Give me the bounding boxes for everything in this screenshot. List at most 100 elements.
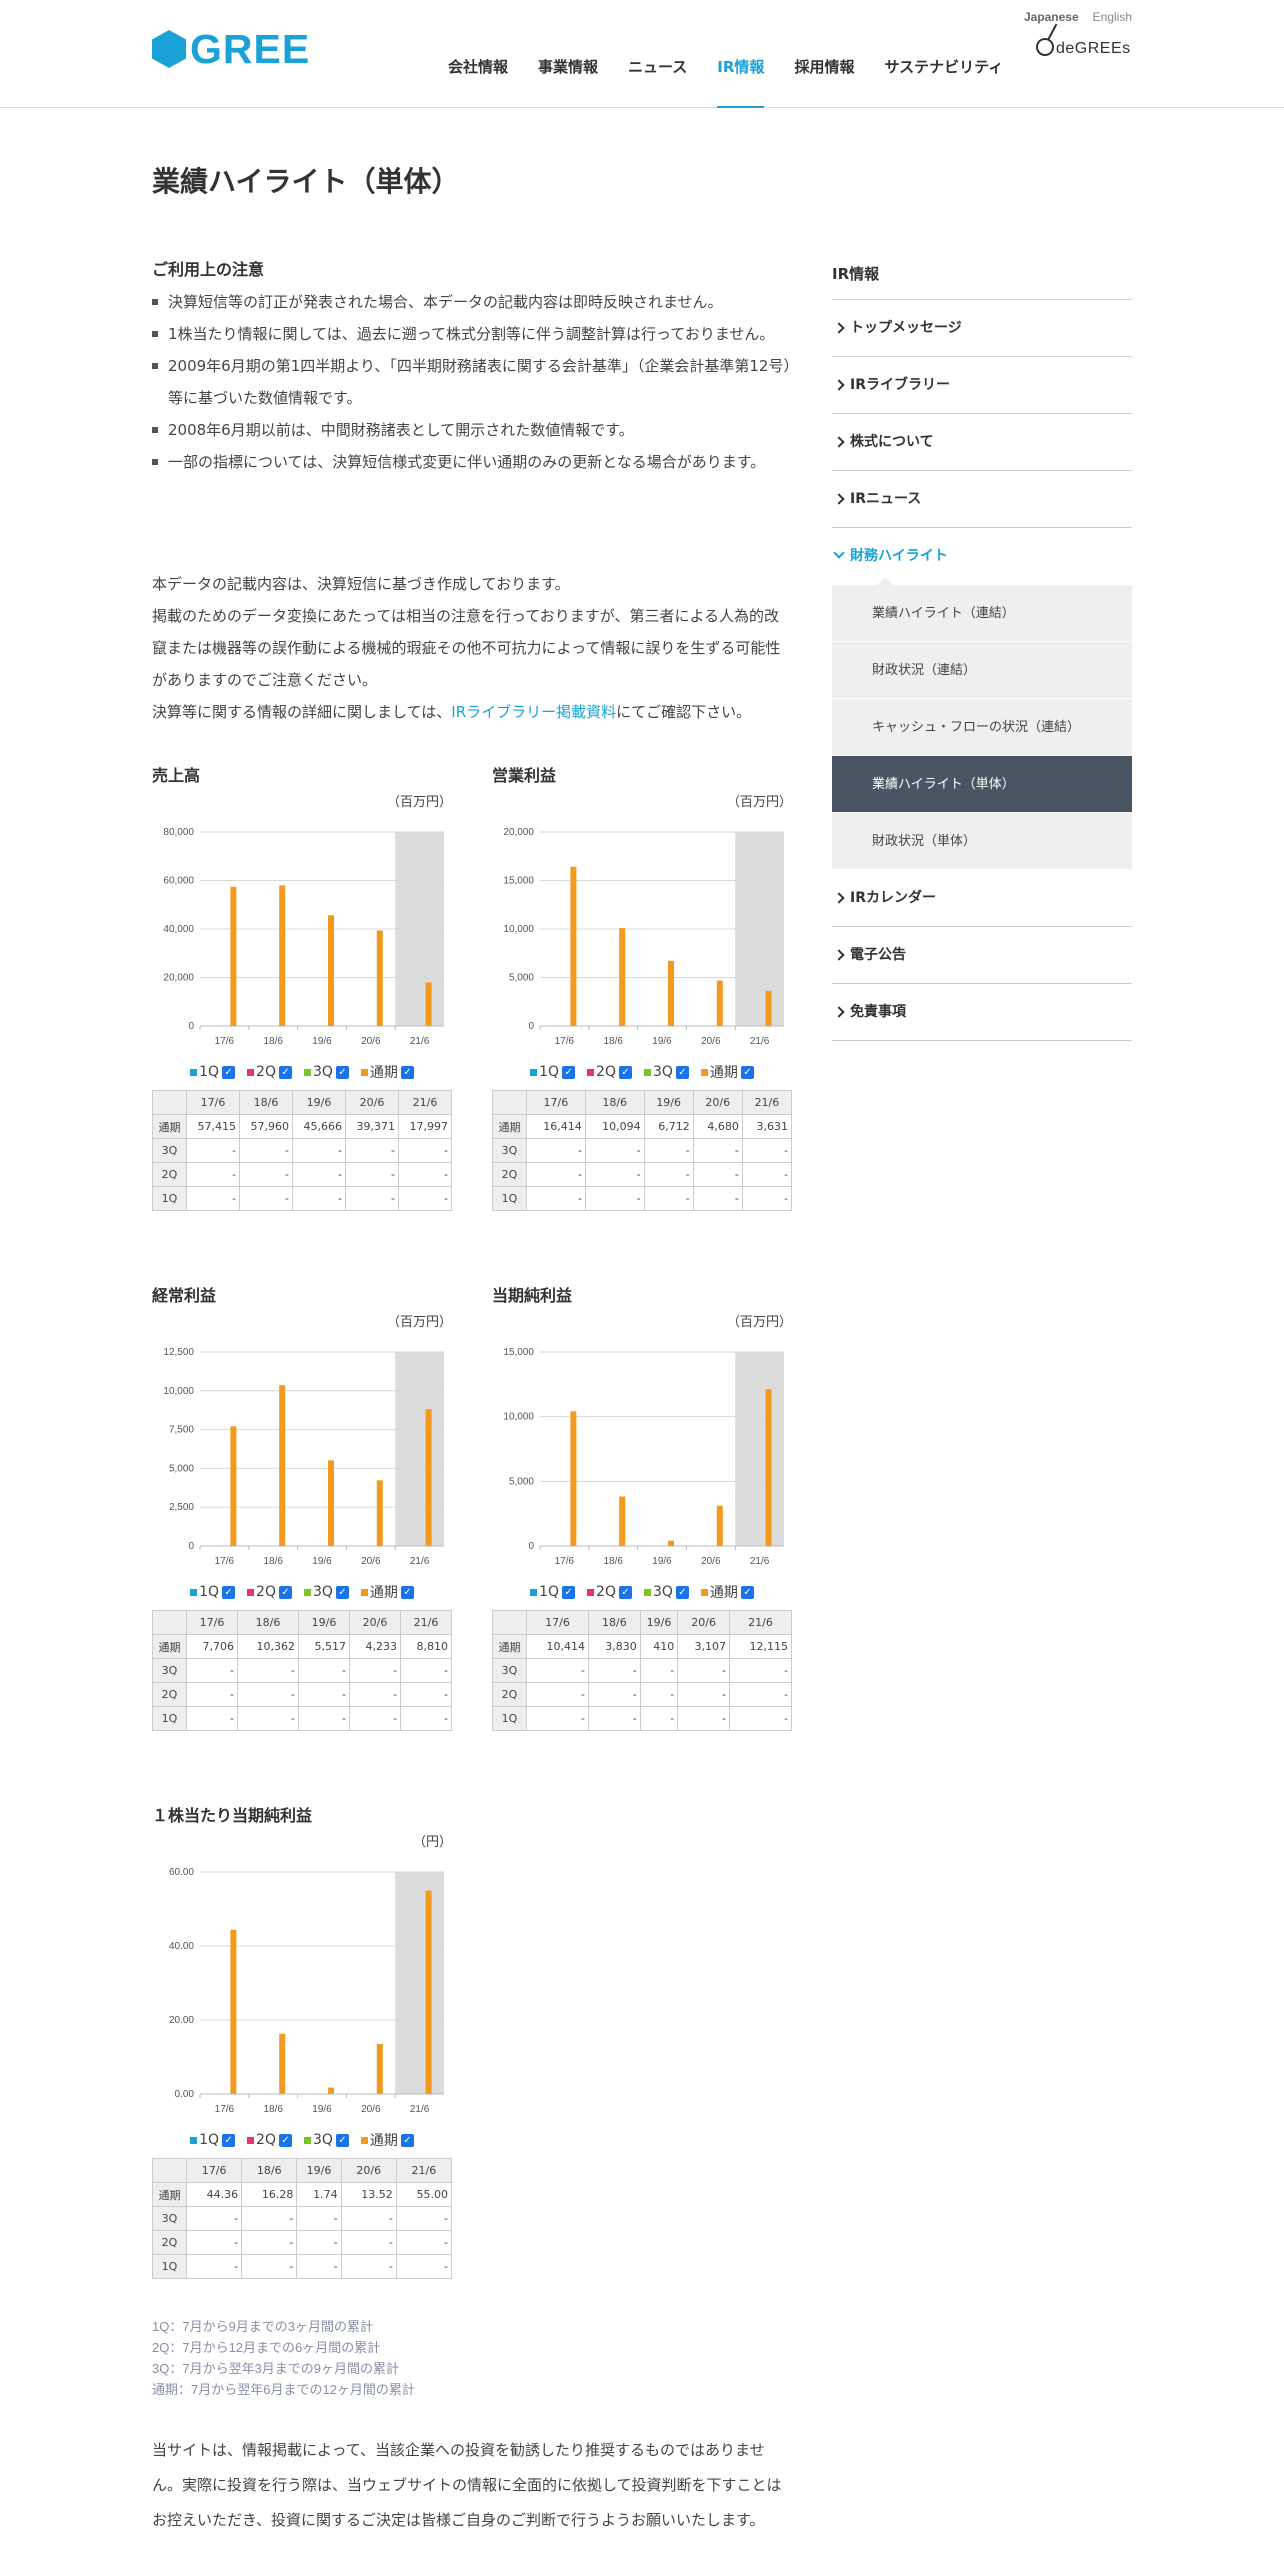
sidebar-item-b3[interactable]: IRニュース — [832, 471, 1132, 528]
legend-fy[interactable]: 通期 ✓ — [360, 1062, 414, 1082]
legend-1q-checkbox-icon[interactable]: ✓ — [562, 1585, 576, 1599]
legend-1q-checkbox-icon[interactable]: ✓ — [222, 1065, 236, 1079]
sidebar-subitem-1[interactable]: 財政状況（連結） — [832, 642, 1132, 699]
legend-fy-checkbox-icon[interactable]: ✓ — [400, 1585, 414, 1599]
nav-item-4[interactable]: 採用情報 — [794, 56, 854, 108]
legend-3q-checkbox-icon[interactable]: ✓ — [675, 1585, 689, 1599]
legend-1q[interactable]: 1Q ✓ — [530, 1584, 576, 1600]
chart-operating-income: 営業利益 （百万円） 0 5,000 10,000 15,000 20,000 17/6 18/… — [492, 760, 793, 1211]
legend-2q-checkbox-icon[interactable]: ✓ — [278, 2133, 292, 2147]
y-tick-label: 0.00 — [175, 2089, 195, 2100]
legend-fy-checkbox-icon[interactable]: ✓ — [740, 1065, 754, 1079]
legend-1q[interactable]: 1Q ✓ — [190, 2132, 236, 2148]
table-cell: - — [526, 1186, 586, 1211]
sidebar-subitem-3[interactable]: 業績ハイライト（単体） — [832, 756, 1132, 813]
disclaimer-text: 当サイトは、情報掲載によって、当該企業への投資を勧誘したり推奨するものではありま… — [152, 2441, 782, 2529]
bar — [279, 885, 286, 1026]
legend-3q[interactable]: 3Q ✓ — [643, 1584, 689, 1600]
legend-1q-swatch — [190, 1588, 198, 1596]
sidebar-item-a0[interactable]: IRカレンダー — [832, 870, 1132, 927]
legend-fy-checkbox-icon[interactable]: ✓ — [740, 1585, 754, 1599]
legend-fy[interactable]: 通期 ✓ — [700, 1582, 754, 1602]
legend-2q[interactable]: 2Q ✓ — [247, 2132, 292, 2148]
legend-2q[interactable]: 2Q ✓ — [247, 1064, 292, 1080]
legend-fy[interactable]: 通期 ✓ — [360, 1582, 414, 1602]
sidebar-subitem-4[interactable]: 財政状況（単体） — [832, 813, 1132, 870]
legend-3q[interactable]: 3Q ✓ — [303, 1064, 349, 1080]
legend-fy-checkbox-icon[interactable]: ✓ — [400, 2133, 414, 2147]
legend-fy[interactable]: 通期 ✓ — [360, 2130, 414, 2150]
table-row-header: 2Q — [152, 1682, 187, 1707]
legend-1q[interactable]: 1Q ✓ — [190, 1584, 236, 1600]
nav-item-2[interactable]: ニュース — [628, 56, 687, 108]
table-cell: - — [292, 1162, 346, 1187]
legend-1q[interactable]: 1Q ✓ — [530, 1064, 576, 1080]
table-corner — [152, 2158, 187, 2183]
legend-2q[interactable]: 2Q ✓ — [247, 1584, 292, 1600]
legend-3q[interactable]: 3Q ✓ — [303, 1584, 349, 1600]
sidebar-item-b2[interactable]: 株式について — [832, 414, 1132, 471]
legend-1q-checkbox-icon[interactable]: ✓ — [222, 1585, 236, 1599]
latest-period-band — [735, 1352, 784, 1546]
legend-3q-checkbox-icon[interactable]: ✓ — [335, 1585, 349, 1599]
sidebar-item-financial-highlights[interactable]: 財務ハイライト — [832, 528, 1132, 586]
legend-3q-checkbox-icon[interactable]: ✓ — [335, 1065, 349, 1079]
legend-1q[interactable]: 1Q ✓ — [190, 1064, 236, 1080]
chart-plot: 0 20,000 40,000 60,000 80,000 17/6 18/6 19/6 20/… — [163, 827, 444, 1047]
x-tick-label: 17/6 — [555, 1036, 575, 1047]
table-cell: - — [298, 1658, 350, 1683]
y-tick-label: 0 — [188, 1021, 194, 1032]
table-cell: - — [186, 1186, 240, 1211]
legend-3q-checkbox-icon[interactable]: ✓ — [335, 2133, 349, 2147]
table-cell: - — [185, 2254, 243, 2279]
gree-logo[interactable]: GREE — [152, 29, 310, 70]
nav-item-5[interactable]: サステナビリティ — [884, 56, 1003, 108]
legend-1q-checkbox-icon[interactable]: ✓ — [222, 2133, 236, 2147]
ir-library-link[interactable]: IRライブラリー掲載資料 — [451, 703, 616, 721]
notice-item: 一部の指標については、決算短信様式変更に伴い通期のみの更新となる場合があります。 — [152, 446, 792, 478]
chart-net-income: 当期純利益 （百万円） 0 5,000 10,000 15,000 17/6 18/6 19/6… — [492, 1280, 793, 1731]
table-col-header: 21/6 — [399, 1610, 453, 1635]
legend-2q-checkbox-icon[interactable]: ✓ — [618, 1065, 632, 1079]
legend-fy-checkbox-icon[interactable]: ✓ — [400, 1065, 414, 1079]
table-cell: 4,680 — [692, 1114, 743, 1139]
degrees-mark-icon — [1036, 38, 1054, 56]
legend-3q-label: 3Q — [652, 1064, 673, 1080]
legend-3q-checkbox-icon[interactable]: ✓ — [675, 1065, 689, 1079]
bar — [668, 960, 674, 1026]
bar — [279, 2033, 286, 2094]
legend-3q-label: 3Q — [652, 1584, 673, 1600]
degrees-logo[interactable]: deGREEs — [1036, 38, 1131, 58]
lang-japanese[interactable]: Japanese — [1024, 10, 1079, 24]
nav-item-1[interactable]: 事業情報 — [538, 56, 598, 108]
table-row-header: 1Q — [152, 1186, 187, 1211]
legend-2q[interactable]: 2Q ✓ — [587, 1064, 632, 1080]
sidebar-item-a1[interactable]: 電子公告 — [832, 927, 1132, 984]
x-tick-label: 19/6 — [312, 1036, 332, 1047]
sidebar-subitem-0[interactable]: 業績ハイライト（連結） — [832, 585, 1132, 642]
x-tick-label: 18/6 — [603, 1556, 623, 1567]
sidebar-item-b0[interactable]: トップメッセージ — [832, 300, 1132, 357]
sidebar-item-b1[interactable]: IRライブラリー — [832, 357, 1132, 414]
legend-2q-checkbox-icon[interactable]: ✓ — [278, 1065, 292, 1079]
y-tick-label: 80,000 — [163, 827, 194, 838]
legend-fy[interactable]: 通期 ✓ — [700, 1062, 754, 1082]
nav-item-3[interactable]: IR情報 — [717, 56, 765, 108]
table-cell: - — [584, 1186, 645, 1211]
table-cell: - — [399, 1706, 453, 1731]
legend-1q-checkbox-icon[interactable]: ✓ — [562, 1065, 576, 1079]
legend-2q[interactable]: 2Q ✓ — [587, 1584, 632, 1600]
lang-english[interactable]: English — [1093, 10, 1132, 24]
table-cell: - — [239, 1186, 293, 1211]
legend-2q-checkbox-icon[interactable]: ✓ — [618, 1585, 632, 1599]
sidebar-subitem-2[interactable]: キャッシュ・フローの状況（連結） — [832, 699, 1132, 756]
table-cell: 3,631 — [741, 1114, 793, 1139]
table-row: 1Q - - - - - — [152, 2254, 453, 2279]
legend-3q[interactable]: 3Q ✓ — [643, 1064, 689, 1080]
legend-3q[interactable]: 3Q ✓ — [303, 2132, 349, 2148]
table-cell: 44.36 — [185, 2182, 243, 2207]
sidebar-item-a2[interactable]: 免責事項 — [832, 984, 1132, 1041]
nav-item-0[interactable]: 会社情報 — [448, 56, 508, 108]
description-line-2: 掲載のためのデータ変換にあたっては相当の注意を行っておりますが、第三者による人為… — [152, 607, 781, 689]
legend-2q-checkbox-icon[interactable]: ✓ — [278, 1585, 292, 1599]
